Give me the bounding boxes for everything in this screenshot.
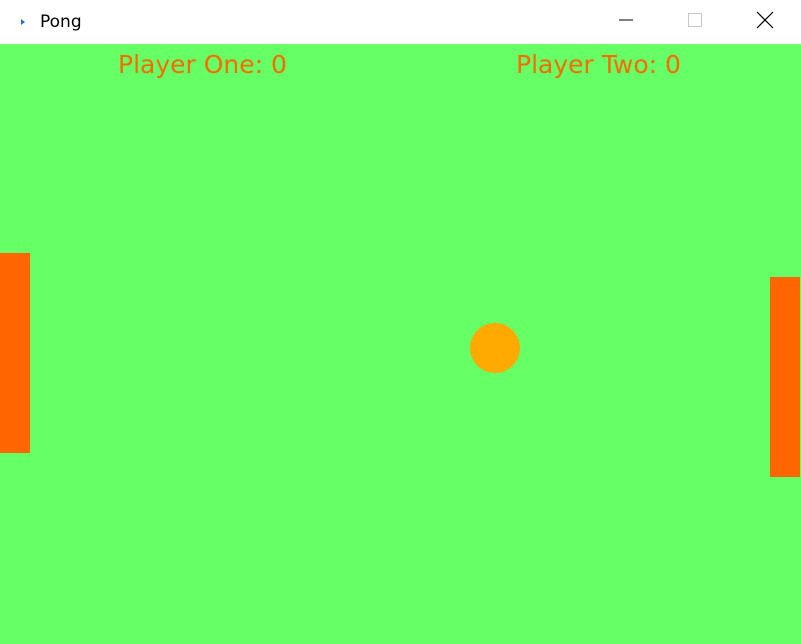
game-court[interactable]: Player One: 0 Player Two: 0 bbox=[0, 44, 801, 644]
minimize-icon bbox=[618, 12, 634, 32]
title-bar[interactable]: Pong bbox=[0, 0, 801, 44]
pong-window: Pong Player One: 0 Player Two: 0 bbox=[0, 0, 801, 644]
pong-app-icon bbox=[18, 14, 28, 28]
window-title: Pong bbox=[40, 12, 82, 32]
ball bbox=[470, 323, 520, 373]
maximize-button[interactable] bbox=[672, 0, 718, 44]
player-two-score: Player Two: 0 bbox=[516, 50, 681, 79]
close-button[interactable] bbox=[742, 0, 788, 44]
close-icon bbox=[756, 11, 774, 33]
player-one-score: Player One: 0 bbox=[118, 50, 287, 79]
left-paddle bbox=[0, 253, 30, 453]
maximize-icon bbox=[687, 12, 703, 32]
right-paddle bbox=[770, 277, 800, 477]
minimize-button[interactable] bbox=[603, 0, 649, 44]
